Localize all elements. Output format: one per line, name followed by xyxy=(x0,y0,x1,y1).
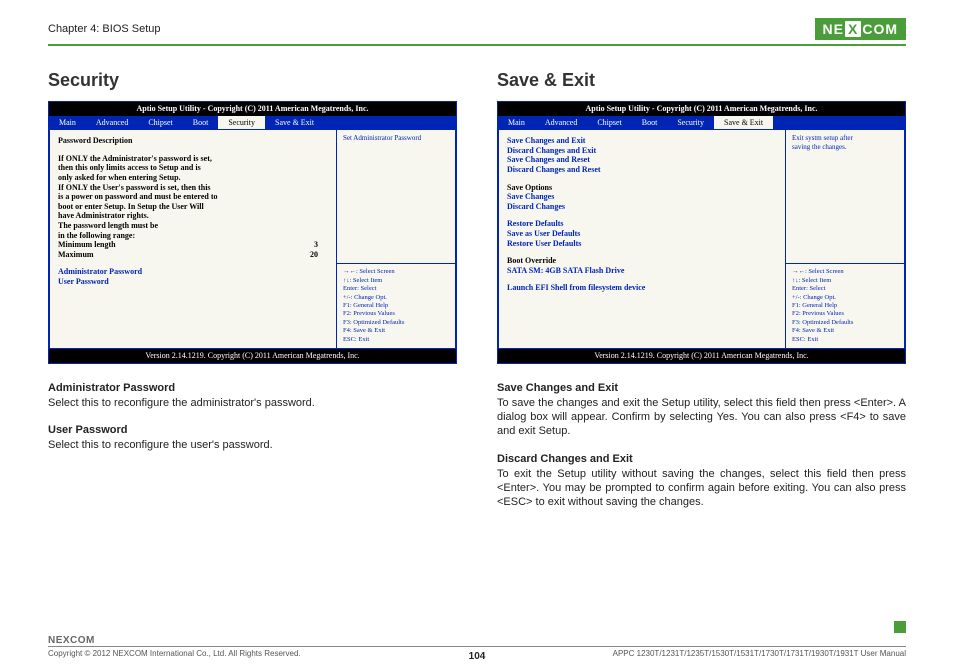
boot-device-item[interactable]: SATA SM: 4GB SATA Flash Drive xyxy=(507,266,777,276)
bios-help-top: Exit systm setup after saving the change… xyxy=(785,129,905,264)
save-changes-item[interactable]: Save Changes xyxy=(507,192,777,202)
user-pw-heading: User Password xyxy=(48,424,457,436)
page-header: Chapter 4: BIOS Setup NEXCOM xyxy=(48,18,906,46)
boot-override-label: Boot Override xyxy=(507,256,777,266)
password-desc-heading: Password Description xyxy=(58,136,328,146)
min-length-row: Minimum length 3 xyxy=(58,240,318,250)
bios-tabs: Main Advanced Chipset Boot Security Save… xyxy=(498,116,905,130)
bios-tabs: Main Advanced Chipset Boot Security Save… xyxy=(49,116,456,130)
product-name: APPC 1230T/1231T/1235T/1530T/1531T/1730T… xyxy=(613,649,906,658)
save-reset-item[interactable]: Save Changes and Reset xyxy=(507,155,777,165)
save-exit-title: Save & Exit xyxy=(497,70,906,91)
discard-exit-item[interactable]: Discard Changes and Exit xyxy=(507,146,777,156)
bios-body-left: Password Description If ONLY the Adminis… xyxy=(49,129,336,349)
tab-boot[interactable]: Boot xyxy=(183,116,219,130)
tab-boot[interactable]: Boot xyxy=(632,116,668,130)
discard-changes-body: To exit the Setup utility without saving… xyxy=(497,467,906,510)
save-user-defaults-item[interactable]: Save as User Defaults xyxy=(507,229,777,239)
discard-changes-item[interactable]: Discard Changes xyxy=(507,202,777,212)
bios-header: Aptio Setup Utility - Copyright (C) 2011… xyxy=(49,102,456,116)
tab-security[interactable]: Security xyxy=(667,116,714,130)
bios-panel-security: Aptio Setup Utility - Copyright (C) 2011… xyxy=(48,101,457,364)
launch-efi-item[interactable]: Launch EFI Shell from filesystem device xyxy=(507,283,777,293)
brand-logo: NEXCOM xyxy=(815,18,906,40)
bios-body-left: Save Changes and Exit Discard Changes an… xyxy=(498,129,785,349)
bios-help-keys: →←: Select Screen ↑↓: Select Item Enter:… xyxy=(785,264,905,349)
save-options-label: Save Options xyxy=(507,183,777,193)
max-length-row: Maximum 20 xyxy=(58,250,318,260)
tab-advanced[interactable]: Advanced xyxy=(86,116,138,130)
security-column: Security Aptio Setup Utility - Copyright… xyxy=(48,70,457,510)
page-footer: NEXCOM Copyright © 2012 NEXCOM Internati… xyxy=(48,635,906,658)
discard-reset-item[interactable]: Discard Changes and Reset xyxy=(507,165,777,175)
main-content: Security Aptio Setup Utility - Copyright… xyxy=(48,70,906,510)
admin-pw-body: Select this to reconfigure the administr… xyxy=(48,396,457,410)
save-exit-item[interactable]: Save Changes and Exit xyxy=(507,136,777,146)
user-pw-body: Select this to reconfigure the user's pa… xyxy=(48,438,457,452)
admin-password-item[interactable]: Administrator Password xyxy=(58,267,328,277)
bios-header: Aptio Setup Utility - Copyright (C) 2011… xyxy=(498,102,905,116)
tab-main[interactable]: Main xyxy=(498,116,535,130)
security-title: Security xyxy=(48,70,457,91)
restore-defaults-item[interactable]: Restore Defaults xyxy=(507,219,777,229)
tab-security[interactable]: Security xyxy=(218,116,265,130)
save-exit-column: Save & Exit Aptio Setup Utility - Copyri… xyxy=(497,70,906,510)
save-changes-body: To save the changes and exit the Setup u… xyxy=(497,396,906,439)
tab-advanced[interactable]: Advanced xyxy=(535,116,587,130)
bios-panel-save-exit: Aptio Setup Utility - Copyright (C) 2011… xyxy=(497,101,906,364)
restore-user-defaults-item[interactable]: Restore User Defaults xyxy=(507,239,777,249)
bios-version: Version 2.14.1219. Copyright (C) 2011 Am… xyxy=(498,349,905,363)
tab-save-exit[interactable]: Save & Exit xyxy=(714,116,773,130)
footer-accent-icon xyxy=(894,621,906,633)
page-number: 104 xyxy=(469,651,486,662)
bios-version: Version 2.14.1219. Copyright (C) 2011 Am… xyxy=(49,349,456,363)
bios-help-keys: →←: Select Screen ↑↓: Select Item Enter:… xyxy=(336,264,456,349)
tab-main[interactable]: Main xyxy=(49,116,86,130)
tab-save-exit[interactable]: Save & Exit xyxy=(265,116,324,130)
copyright-text: Copyright © 2012 NEXCOM International Co… xyxy=(48,649,301,658)
discard-changes-heading: Discard Changes and Exit xyxy=(497,453,906,465)
footer-logo: NEXCOM xyxy=(48,635,906,646)
user-password-item[interactable]: User Password xyxy=(58,277,328,287)
admin-pw-heading: Administrator Password xyxy=(48,382,457,394)
tab-chipset[interactable]: Chipset xyxy=(138,116,182,130)
save-changes-heading: Save Changes and Exit xyxy=(497,382,906,394)
chapter-title: Chapter 4: BIOS Setup xyxy=(48,23,161,35)
bios-help-top: Set Administrator Password xyxy=(336,129,456,264)
tab-chipset[interactable]: Chipset xyxy=(587,116,631,130)
